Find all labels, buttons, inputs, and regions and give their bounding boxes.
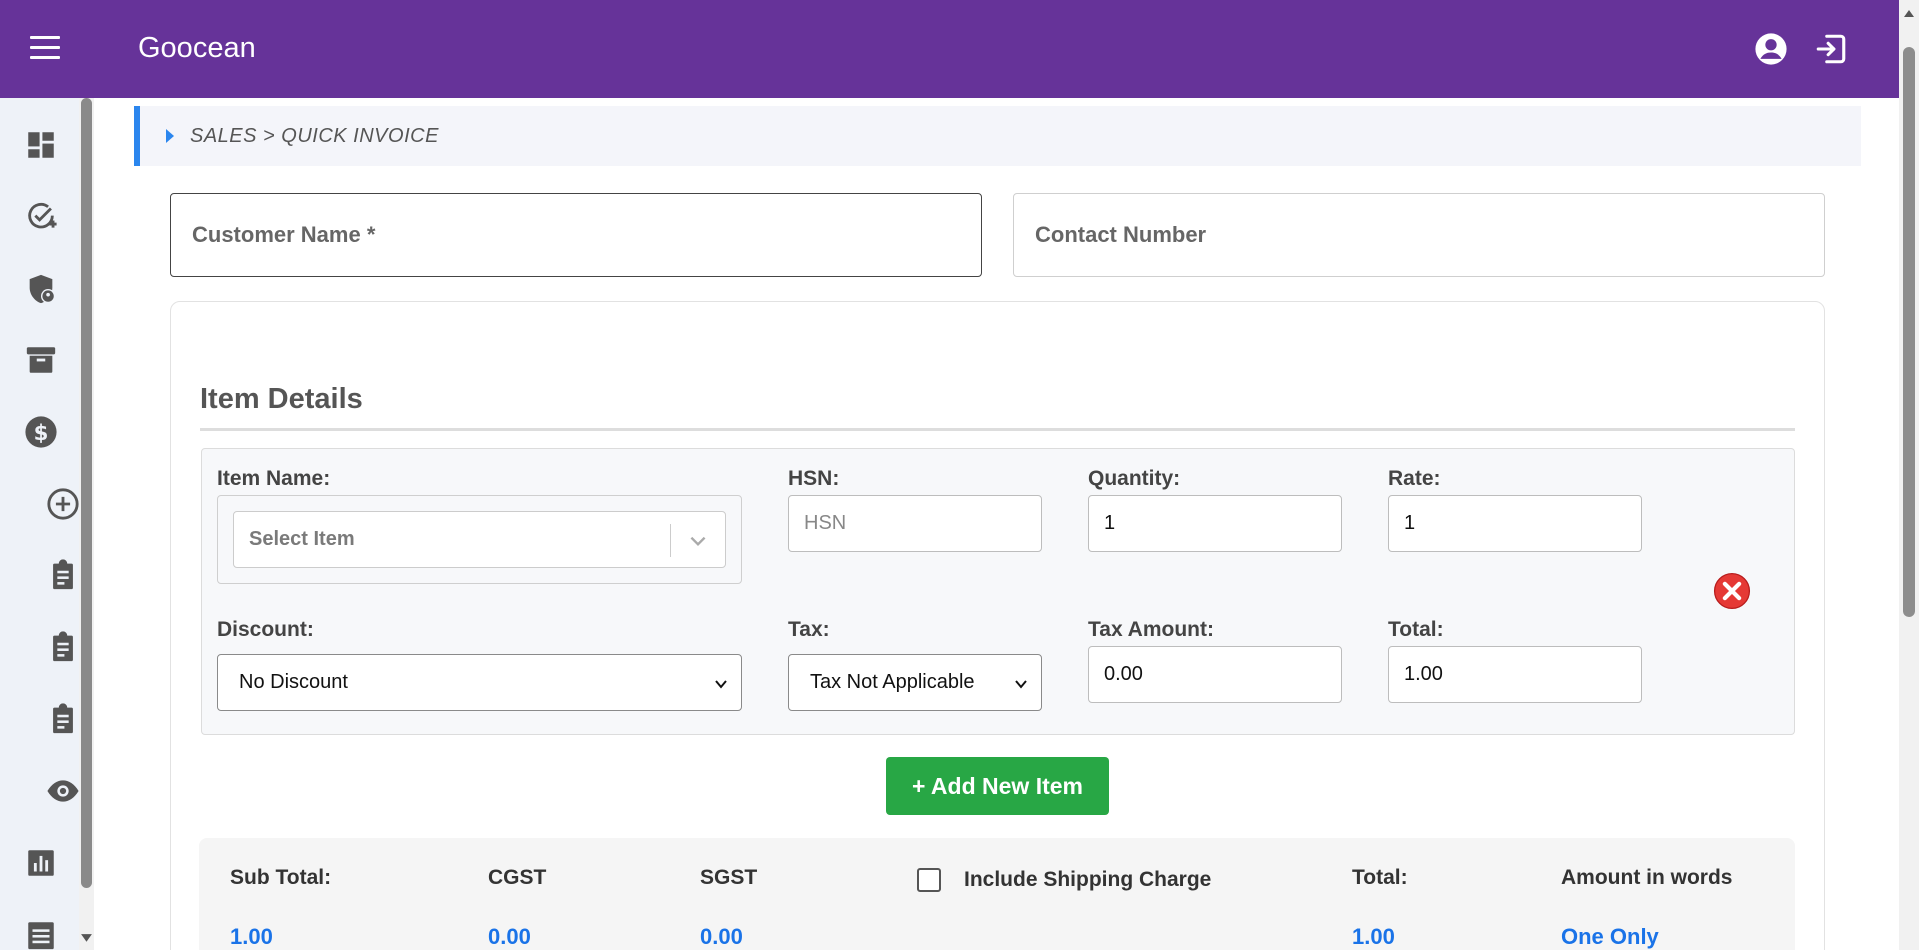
amount-in-words-value: One Only — [1561, 924, 1659, 949]
add-new-item-button[interactable]: + Add New Item — [886, 757, 1109, 815]
subtotal-label: Sub Total: — [230, 866, 332, 889]
list-icon[interactable] — [24, 918, 58, 950]
account-circle-icon[interactable] — [1754, 32, 1788, 66]
scroll-down-arrow-icon[interactable] — [80, 930, 93, 942]
cgst-label: CGST — [488, 866, 547, 889]
shipping-charge-checkbox[interactable] — [917, 868, 941, 892]
sgst-value: 0.00 — [700, 924, 743, 949]
chevron-down-icon — [1013, 675, 1029, 691]
item-select[interactable]: Select Item — [233, 511, 726, 568]
task-check-icon[interactable] — [24, 200, 58, 234]
customer-name-label: Customer Name * — [192, 222, 376, 247]
item-select-separator — [670, 524, 671, 557]
hamburger-menu-icon[interactable] — [30, 36, 64, 62]
dollar-coin-icon[interactable]: $ — [24, 415, 58, 449]
discount-select[interactable]: No Discount — [217, 654, 742, 711]
customer-name-field[interactable]: Customer Name * — [170, 193, 982, 277]
total-label: Total: — [1388, 618, 1444, 641]
clipboard-icon[interactable] — [46, 702, 80, 736]
discount-label: Discount: — [217, 618, 314, 641]
tax-amount-label: Tax Amount: — [1088, 618, 1214, 641]
tax-amount-input[interactable]: 0.00 — [1088, 646, 1342, 703]
shipping-charge-label[interactable]: Include Shipping Charge — [964, 868, 1211, 892]
sidebar: $ — [0, 98, 80, 950]
contact-number-label: Contact Number — [1035, 222, 1207, 247]
clipboard-icon[interactable] — [46, 630, 80, 664]
quantity-label: Quantity: — [1088, 467, 1181, 490]
invoice-summary — [199, 838, 1795, 950]
summary-total-label: Total: — [1352, 866, 1408, 889]
add-circle-icon[interactable] — [46, 487, 80, 521]
breadcrumb: SALES > QUICK INVOICE — [134, 106, 1861, 166]
item-details-title: Item Details — [200, 383, 363, 415]
app-brand: Goocean — [138, 32, 256, 64]
chevron-down-icon — [713, 675, 729, 691]
sgst-label: SGST — [700, 866, 758, 889]
tax-label: Tax: — [788, 618, 830, 641]
contact-number-field[interactable]: Contact Number — [1013, 193, 1825, 277]
archive-box-icon[interactable] — [24, 343, 58, 377]
dashboard-icon[interactable] — [24, 128, 58, 162]
logout-icon[interactable] — [1814, 32, 1848, 66]
hsn-label: HSN: — [788, 467, 840, 490]
svg-text:$: $ — [34, 421, 49, 446]
scroll-up-arrow-icon[interactable] — [1903, 6, 1915, 17]
tax-select[interactable]: Tax Not Applicable — [788, 654, 1042, 711]
section-divider — [200, 428, 1795, 431]
clipboard-icon[interactable] — [46, 558, 80, 592]
item-select-placeholder: Select Item — [249, 528, 355, 550]
subtotal-value: 1.00 — [230, 924, 273, 949]
summary-total-value: 1.00 — [1352, 924, 1395, 949]
amount-in-words-label: Amount in words — [1561, 866, 1733, 889]
cgst-value: 0.00 — [488, 924, 531, 949]
chevron-down-icon[interactable] — [687, 530, 709, 552]
item-name-label: Item Name: — [217, 467, 331, 490]
caret-right-icon[interactable] — [166, 129, 174, 143]
bar-chart-icon[interactable] — [24, 846, 58, 880]
sidebar-scrollbar-thumb[interactable] — [81, 98, 92, 888]
tax-value: Tax Not Applicable — [810, 671, 975, 693]
rate-label: Rate: — [1388, 467, 1441, 490]
hsn-input[interactable]: HSN — [788, 495, 1042, 552]
rate-input[interactable]: 1 — [1388, 495, 1642, 552]
security-shield-icon[interactable] — [24, 272, 58, 306]
quantity-input[interactable]: 1 — [1088, 495, 1342, 552]
page-scrollbar-thumb[interactable] — [1903, 47, 1915, 617]
discount-value: No Discount — [239, 671, 348, 693]
breadcrumb-text: SALES > QUICK INVOICE — [190, 124, 439, 147]
top-app-bar: Goocean — [0, 0, 1899, 98]
total-input[interactable]: 1.00 — [1388, 646, 1642, 703]
remove-circle-x-icon[interactable] — [1713, 572, 1751, 610]
eye-icon[interactable] — [46, 774, 80, 808]
